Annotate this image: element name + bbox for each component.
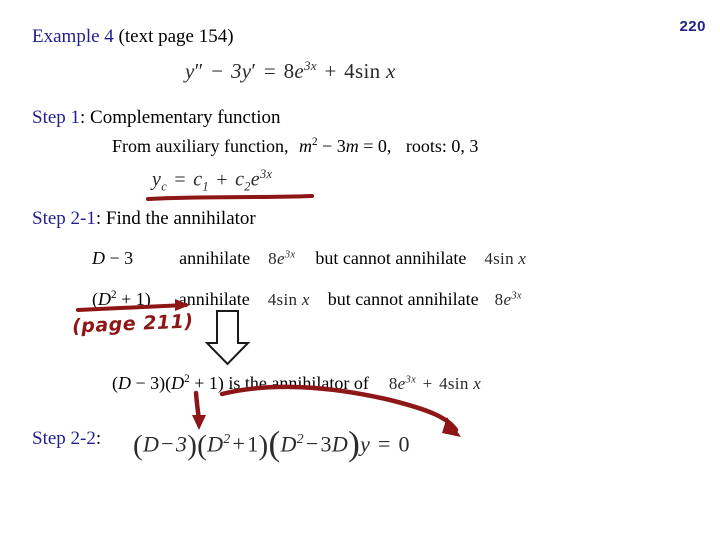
main-equation: y″ − 3y′ = 8e3x + 4sin x (185, 58, 396, 83)
step22-label: Step 2-2 (32, 428, 96, 449)
row2-target: 4sin x (267, 290, 310, 309)
row1-contrast: but cannot annihilate (315, 248, 467, 268)
annihilator-row-2: (D2 + 1) annihilate 4sin x but cannot an… (92, 289, 522, 310)
page-number: 220 (679, 18, 706, 35)
block-arrow-down-icon (204, 310, 251, 366)
handwritten-page-note: (page 211) (71, 310, 194, 338)
step1-text: : Complementary function (80, 107, 281, 128)
row2-verb: annihilate (178, 289, 250, 309)
row2-other: 8e3x (494, 290, 522, 309)
page-title-black: (text page 154) (118, 26, 234, 47)
conclusion-operator: (D − 3)(D2 + 1) is the annihilator of (112, 373, 369, 393)
conclusion-expression: 8e3x + 4sin x (388, 374, 482, 393)
complementary-function-equation: yc = c1 + c2e3x (152, 167, 273, 194)
slide-canvas: 220 Example 4 (text page 154) y″ − 3y′ =… (0, 0, 720, 540)
annihilator-row-1: D − 3 annihilate 8e3x but cannot annihil… (92, 248, 526, 269)
step22-equation: (D−3)(D2+1)(D2−3D)y = 0 (133, 424, 410, 463)
aux-roots: roots: 0, 3 (405, 136, 479, 156)
row2-operator: (D2 + 1) (92, 289, 151, 309)
step21-label: Step 2-1 (32, 208, 96, 229)
step21-heading: Step 2-1: Find the annihilator (32, 208, 256, 230)
auxiliary-function-line: From auxiliary function, m2 − 3m = 0, ro… (112, 136, 478, 157)
row2-contrast: but cannot annihilate (327, 289, 479, 309)
annihilator-conclusion: (D − 3)(D2 + 1) is the annihilator of 8e… (112, 373, 481, 394)
row1-other: 4sin x (484, 249, 527, 268)
row1-operator: D − 3 (92, 248, 134, 268)
red-underline-yc (146, 194, 314, 201)
step1-label: Step 1 (32, 107, 81, 128)
red-down-arrow-path (193, 390, 202, 423)
row1-target: 8e3x (268, 249, 296, 268)
step21-text: : Find the annihilator (95, 208, 256, 229)
step1-heading: Step 1: Complementary function (32, 107, 281, 129)
page-title-blue: Example 4 (32, 26, 114, 47)
step22-heading: Step 2-2: (32, 428, 101, 450)
page-title: Example 4 (text page 154) (32, 26, 234, 48)
aux-equation: m2 − 3m = 0, (298, 136, 392, 156)
red-curved-arrow-head (442, 417, 461, 437)
aux-prefix: From auxiliary function, (112, 136, 289, 156)
row1-verb: annihilate (179, 248, 251, 268)
step22-text: : (95, 428, 102, 449)
